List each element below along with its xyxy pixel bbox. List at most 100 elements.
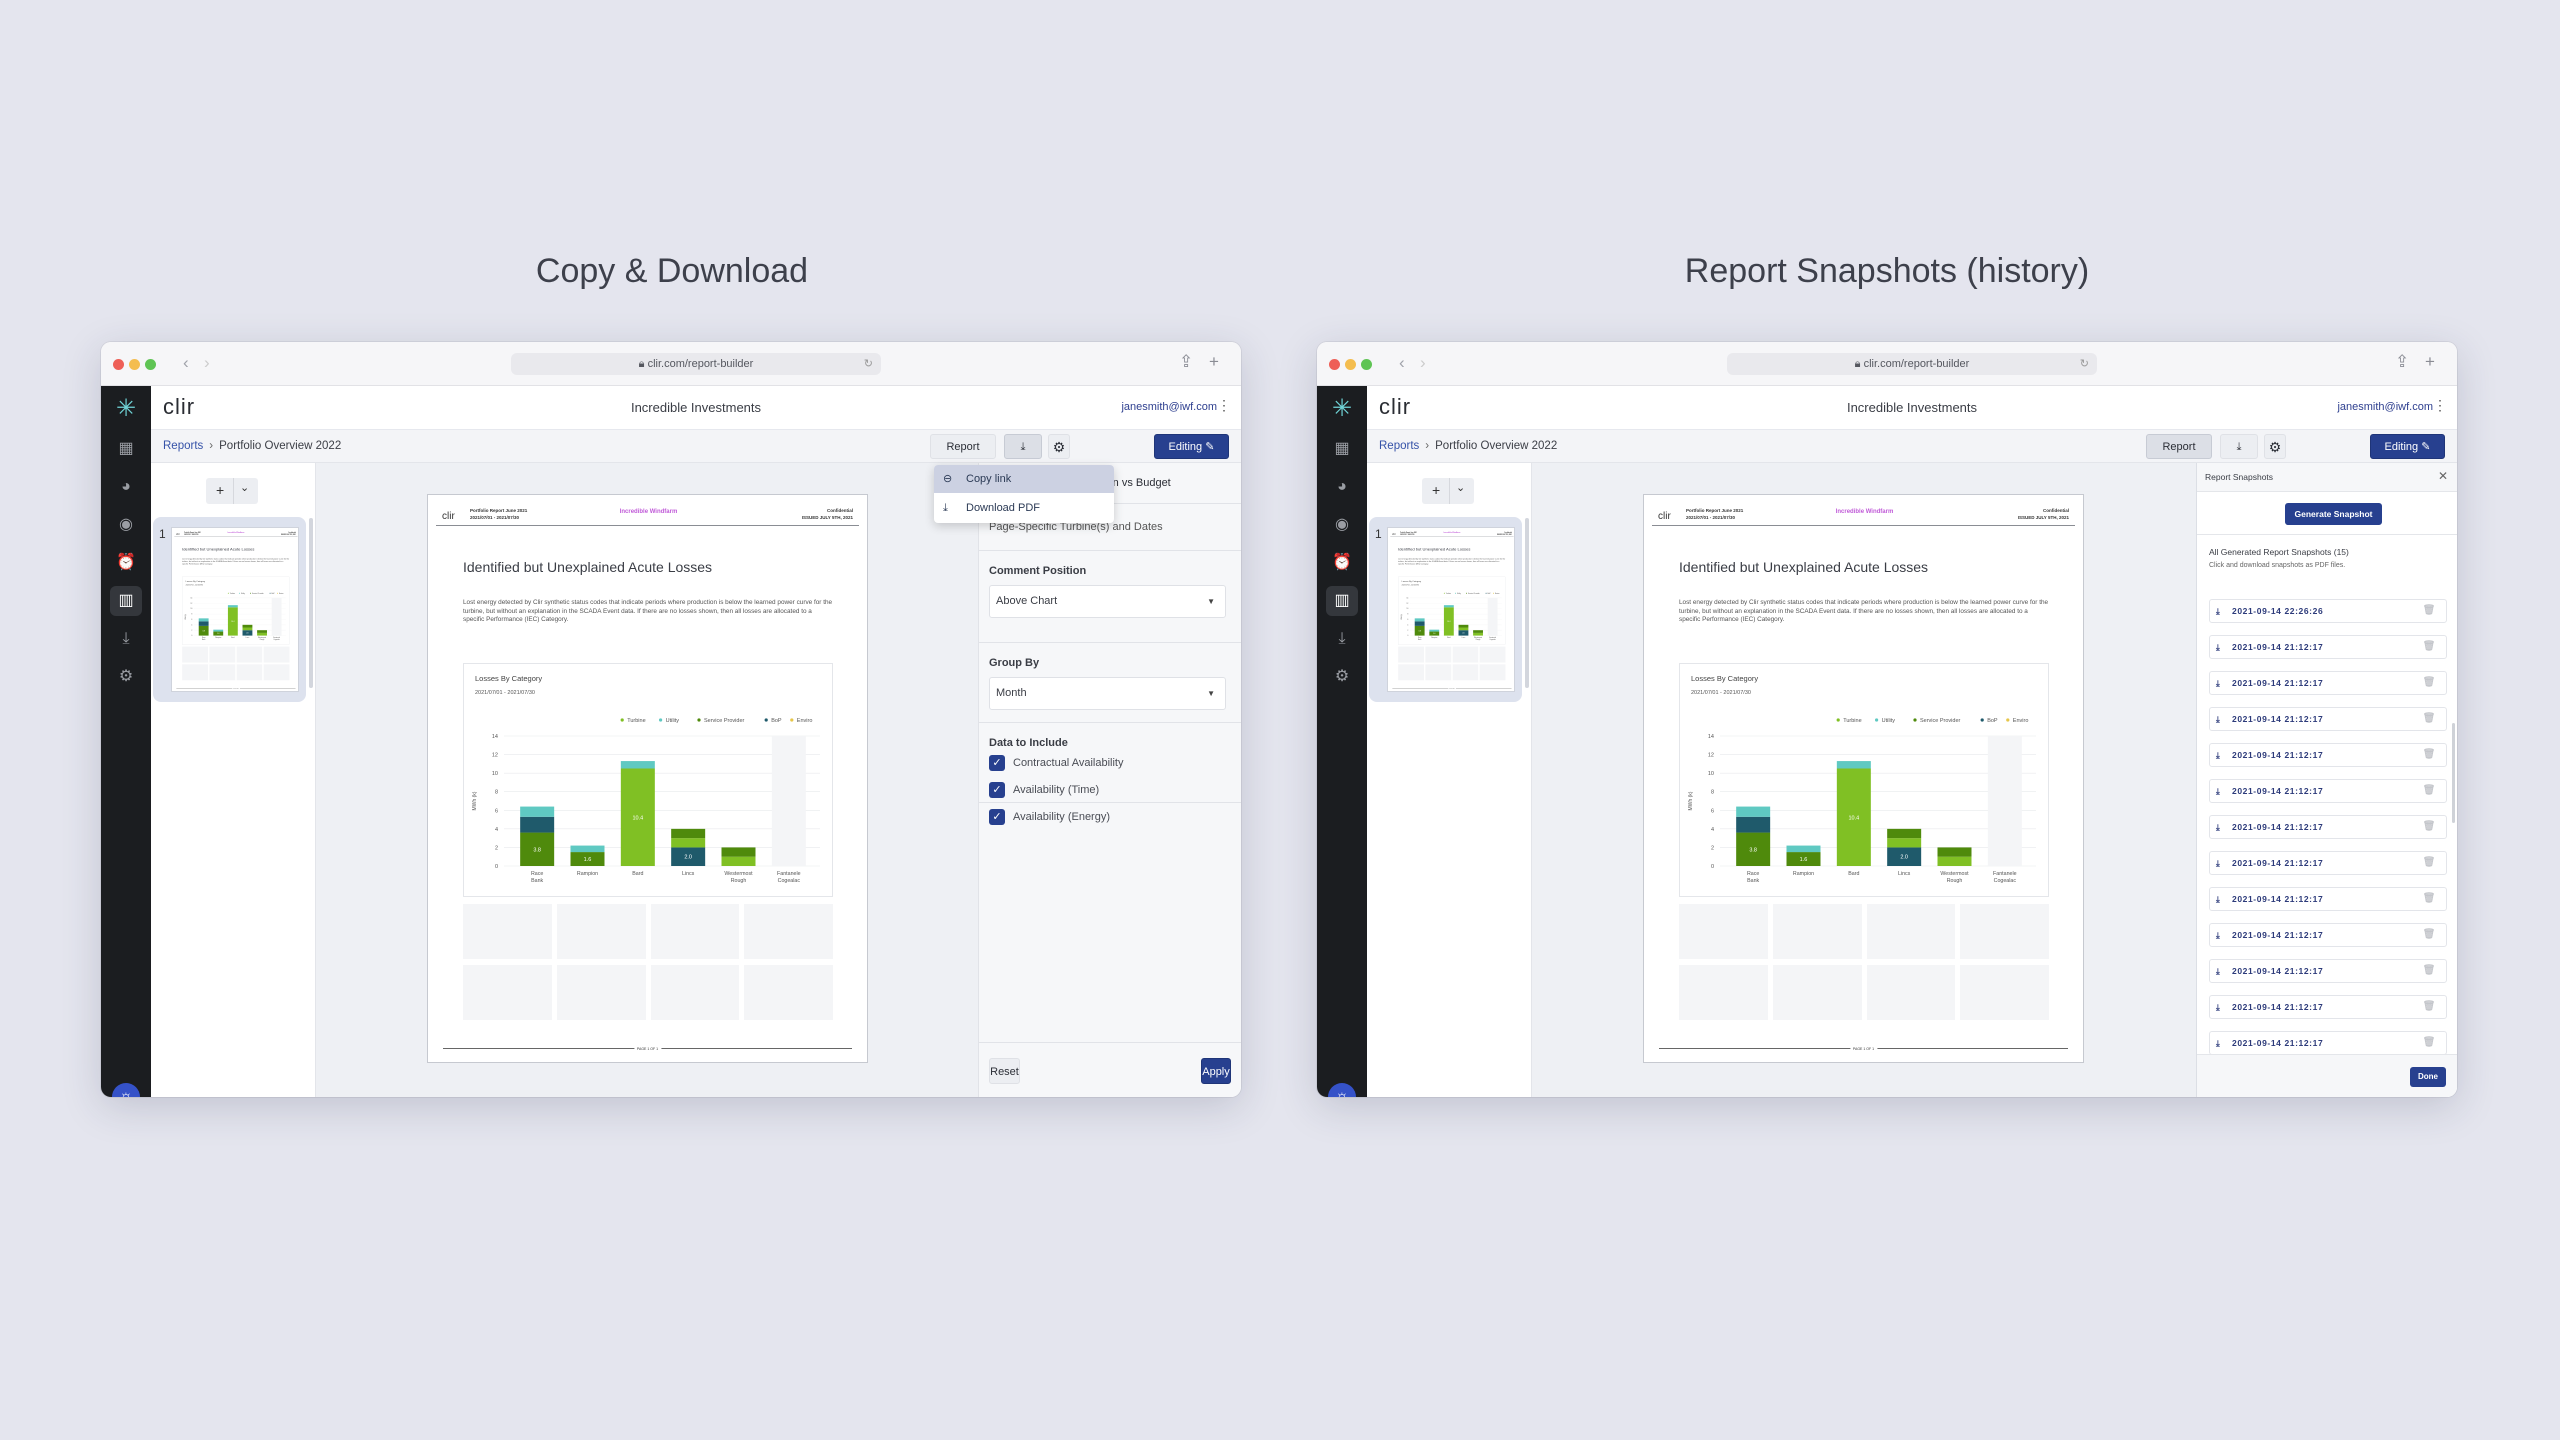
trash-icon[interactable]: 🗑 — [2423, 600, 2436, 622]
alarm-icon[interactable]: ⏰ — [110, 548, 142, 578]
breadcrumb-reports[interactable]: Reports — [1379, 440, 1419, 452]
download-icon[interactable]: ⤓ — [2216, 960, 2220, 982]
trash-icon[interactable]: 🗑 — [2423, 672, 2436, 694]
gear-icon[interactable]: ⚙ — [1326, 662, 1358, 692]
back-icon[interactable]: ‹ — [183, 353, 189, 373]
maximize-window-button[interactable] — [145, 359, 156, 370]
snapshot-item[interactable]: ⤓ 2021-09-14 22:26:26 🗑 — [2209, 599, 2447, 623]
download-icon[interactable]: ⤓ — [2216, 780, 2220, 802]
more-vert-icon[interactable]: ⋮ — [2433, 397, 2447, 414]
chevron-down-icon[interactable]: ⌄ — [240, 481, 249, 494]
snapshot-item[interactable]: ⤓ 2021-09-14 21:12:17 🗑 — [2209, 815, 2447, 839]
alarm-icon[interactable]: ⏰ — [1326, 548, 1358, 578]
download-icon[interactable]: ⤓ — [110, 624, 142, 654]
address-bar[interactable]: 🔒︎ clir.com/report-builder ↻ — [511, 353, 881, 375]
address-bar[interactable]: 🔒︎ clir.com/report-builder ↻ — [1727, 353, 2097, 375]
dashboard-icon[interactable]: ▦ — [110, 434, 142, 464]
download-icon[interactable]: ⤓ — [1326, 624, 1358, 654]
scrollbar[interactable] — [2452, 723, 2455, 823]
trash-icon[interactable]: 🗑 — [2423, 924, 2436, 946]
add-page-button[interactable]: + ⌄ — [1422, 478, 1474, 504]
eye-icon[interactable]: ◉ — [110, 510, 142, 540]
gear-icon[interactable]: ⚙ — [110, 662, 142, 692]
download-icon[interactable]: ⤓ — [2216, 672, 2220, 694]
share-menu-item-link[interactable]: ⊖ Copy link — [934, 465, 1114, 493]
bar-chart-icon[interactable]: ▥ — [110, 586, 142, 616]
download-icon[interactable]: ⤓ — [2216, 996, 2220, 1018]
checkbox-checked-icon[interactable]: ✓ — [989, 782, 1005, 798]
bar-chart-icon[interactable]: ▥ — [1326, 586, 1358, 616]
user-email[interactable]: janesmith@iwf.com — [1121, 401, 1217, 413]
trash-icon[interactable]: 🗑 — [2423, 636, 2436, 658]
theme-toggle-icon[interactable]: ☼ — [112, 1083, 140, 1097]
app-logo[interactable]: clir — [1379, 394, 1411, 420]
plus-icon[interactable]: + — [216, 482, 224, 498]
new-tab-icon[interactable]: + — [1209, 352, 1219, 372]
close-icon[interactable]: ✕ — [2438, 469, 2448, 483]
share-button[interactable]: ⤓ Share — [2220, 434, 2258, 478]
download-icon[interactable]: ⤓ — [2216, 708, 2220, 730]
page-thumbnail-preview[interactable]: clir Portfolio Report June 2021 2021/07/0… — [171, 527, 299, 692]
snapshot-item[interactable]: ⤓ 2021-09-14 21:12:17 🗑 — [2209, 959, 2447, 983]
breadcrumb-reports[interactable]: Reports — [163, 440, 203, 452]
snapshot-item[interactable]: ⤓ 2021-09-14 21:12:17 🗑 — [2209, 887, 2447, 911]
trash-icon[interactable]: 🗑 — [2423, 888, 2436, 910]
download-icon[interactable]: ⤓ — [2216, 816, 2220, 838]
checkbox-checked-icon[interactable]: ✓ — [989, 809, 1005, 825]
checkbox-option[interactable]: ✓ Availability (Energy) — [989, 809, 1110, 825]
new-tab-icon[interactable]: + — [2425, 352, 2435, 372]
trash-icon[interactable]: 🗑 — [2423, 1032, 2436, 1054]
snapshot-item[interactable]: ⤓ 2021-09-14 21:12:17 🗑 — [2209, 779, 2447, 803]
snapshot-item[interactable]: ⤓ 2021-09-14 21:12:17 🗑 — [2209, 1031, 2447, 1055]
page-thumbnail-preview[interactable]: clir Portfolio Report June 2021 2021/07/0… — [1387, 527, 1515, 692]
share-button[interactable]: ⤓ Share — [1004, 434, 1042, 478]
pie-chart-icon[interactable]: ◕ — [110, 472, 142, 502]
close-window-button[interactable] — [1329, 359, 1340, 370]
checkbox-checked-icon[interactable]: ✓ — [989, 755, 1005, 771]
add-page-button[interactable]: + ⌄ — [206, 478, 258, 504]
snapshot-item[interactable]: ⤓ 2021-09-14 21:12:17 🗑 — [2209, 923, 2447, 947]
download-icon[interactable]: ⤓ — [2216, 744, 2220, 766]
share-menu-item-download[interactable]: ⤓ Download PDF — [934, 494, 1114, 522]
forward-icon[interactable]: › — [1420, 353, 1426, 373]
user-email[interactable]: janesmith@iwf.com — [2337, 401, 2433, 413]
trash-icon[interactable]: 🗑 — [2423, 780, 2436, 802]
clir-logo-icon[interactable]: ✳ — [110, 394, 142, 424]
scrollbar[interactable] — [1525, 518, 1529, 688]
snapshot-item[interactable]: ⤓ 2021-09-14 21:12:17 🗑 — [2209, 995, 2447, 1019]
comment-position-select[interactable]: Above Chart ▼ — [989, 585, 1226, 618]
settings-button[interactable]: ⚙ — [2264, 434, 2286, 459]
download-icon[interactable]: ⤓ — [2216, 924, 2220, 946]
snapshot-item[interactable]: ⤓ 2021-09-14 21:12:17 🗑 — [2209, 635, 2447, 659]
theme-toggle-icon[interactable]: ☼ — [1328, 1083, 1356, 1097]
trash-icon[interactable]: 🗑 — [2423, 708, 2436, 730]
snapshot-item[interactable]: ⤓ 2021-09-14 21:12:17 🗑 — [2209, 707, 2447, 731]
maximize-window-button[interactable] — [1361, 359, 1372, 370]
close-window-button[interactable] — [113, 359, 124, 370]
snapshot-item[interactable]: ⤓ 2021-09-14 21:12:17 🗑 — [2209, 671, 2447, 695]
trash-icon[interactable]: 🗑 — [2423, 816, 2436, 838]
snapshot-item[interactable]: ⤓ 2021-09-14 21:12:17 🗑 — [2209, 851, 2447, 875]
download-icon[interactable]: ⤓ — [2216, 600, 2220, 622]
eye-icon[interactable]: ◉ — [1326, 510, 1358, 540]
share-page-icon[interactable]: ⇪ — [1179, 352, 1193, 372]
download-icon[interactable]: ⤓ — [2216, 888, 2220, 910]
done-button[interactable]: Done — [2410, 1067, 2446, 1087]
checkbox-option[interactable]: ✓ Contractual Availability — [989, 755, 1123, 771]
chevron-down-icon[interactable]: ⌄ — [1456, 481, 1465, 494]
reset-button[interactable]: Reset — [989, 1058, 1020, 1084]
download-icon[interactable]: ⤓ — [2216, 852, 2220, 874]
page-thumbnail[interactable]: 1 clir Portfolio Report June 2021 2021/07… — [1369, 517, 1522, 702]
forward-icon[interactable]: › — [204, 353, 210, 373]
report-snapshots-button[interactable]: Report Snapshots — [930, 434, 996, 478]
back-icon[interactable]: ‹ — [1399, 353, 1405, 373]
clir-logo-icon[interactable]: ✳ — [1326, 394, 1358, 424]
plus-icon[interactable]: + — [1432, 482, 1440, 498]
scrollbar[interactable] — [309, 518, 313, 688]
group-by-select[interactable]: Month ▼ — [989, 677, 1226, 710]
checkbox-option[interactable]: ✓ Availability (Time) — [989, 782, 1099, 798]
trash-icon[interactable]: 🗑 — [2423, 996, 2436, 1018]
reload-icon[interactable]: ↻ — [864, 353, 873, 375]
generate-snapshot-button[interactable]: Generate Snapshot — [2285, 503, 2382, 525]
download-icon[interactable]: ⤓ — [2216, 636, 2220, 658]
